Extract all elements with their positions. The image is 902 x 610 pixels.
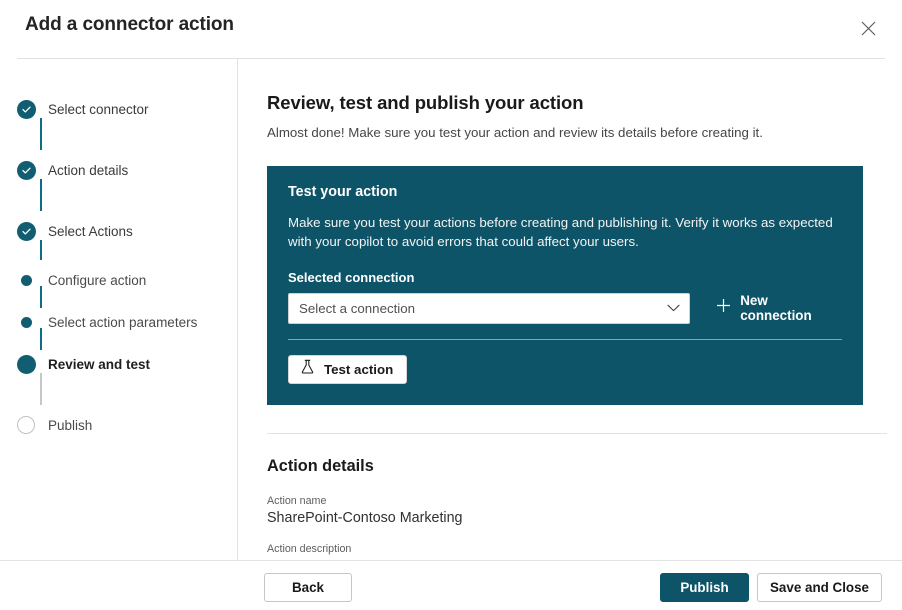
step-empty-icon [17, 416, 35, 434]
new-connection-button[interactable]: New connection [716, 293, 842, 323]
close-icon [861, 21, 876, 36]
step-review-and-test[interactable]: Review and test [0, 350, 237, 378]
dialog-footer: Back Publish Save and Close [0, 560, 902, 610]
back-button[interactable]: Back [264, 573, 352, 602]
step-marker [15, 350, 37, 378]
step-connector [40, 286, 42, 308]
dialog-header: Add a connector action [0, 0, 902, 58]
step-dot-icon [21, 275, 32, 286]
step-connector [40, 373, 42, 405]
step-publish[interactable]: Publish [0, 411, 237, 439]
section-subheading: Almost done! Make sure you test your act… [267, 125, 864, 140]
publish-button[interactable]: Publish [660, 573, 749, 602]
step-marker [15, 95, 37, 123]
detail-label: Action name [267, 495, 864, 507]
check-icon [17, 222, 36, 241]
detail-action-name: Action name SharePoint-Contoso Marketing [267, 495, 864, 526]
step-marker [15, 411, 37, 439]
step-marker [15, 217, 37, 245]
step-marker [15, 156, 37, 184]
step-label: Select Actions [48, 224, 133, 239]
step-marker [15, 266, 37, 294]
step-dot-icon [21, 317, 32, 328]
action-details-heading: Action details [267, 457, 864, 476]
card-divider [288, 339, 842, 340]
check-icon [17, 100, 36, 119]
connection-dropdown[interactable]: Select a connection [288, 293, 690, 324]
step-label: Select connector [48, 102, 149, 117]
step-connector [40, 328, 42, 350]
connection-dropdown-value: Select a connection [299, 301, 415, 316]
page-title: Add a connector action [25, 14, 234, 36]
step-marker [15, 308, 37, 336]
step-configure-action[interactable]: Configure action [0, 266, 237, 294]
card-title: Test your action [288, 184, 842, 200]
step-current-icon [17, 355, 36, 374]
new-connection-label: New connection [740, 293, 842, 323]
close-button[interactable] [852, 12, 884, 44]
step-label: Publish [48, 418, 92, 433]
step-label: Select action parameters [48, 315, 197, 330]
selected-connection-label: Selected connection [288, 270, 842, 285]
chevron-down-icon [667, 299, 680, 317]
step-label: Configure action [48, 273, 146, 288]
detail-label: Action description [267, 543, 864, 555]
flask-icon [300, 359, 315, 380]
plus-icon [716, 298, 731, 318]
step-label: Review and test [48, 357, 150, 372]
test-action-button[interactable]: Test action [288, 355, 407, 384]
step-action-details[interactable]: Action details [0, 156, 237, 184]
connection-row: Select a connection [288, 293, 842, 324]
step-select-actions[interactable]: Select Actions [0, 217, 237, 245]
card-description: Make sure you test your actions before c… [288, 213, 842, 252]
step-select-connector[interactable]: Select connector [0, 95, 237, 123]
stepper-sidebar: Select connector Action details [0, 59, 237, 560]
step-select-action-parameters[interactable]: Select action parameters [0, 308, 237, 336]
test-action-label: Test action [324, 362, 393, 377]
detail-value: SharePoint-Contoso Marketing [267, 510, 864, 526]
check-icon [17, 161, 36, 180]
test-your-action-card: Test your action Make sure you test your… [267, 166, 863, 405]
main-content: Review, test and publish your action Alm… [238, 59, 902, 560]
save-and-close-button[interactable]: Save and Close [757, 573, 882, 602]
step-connector [40, 179, 42, 211]
step-connector [40, 118, 42, 150]
detail-action-description: Action description [267, 543, 864, 555]
section-divider [267, 433, 887, 434]
section-heading: Review, test and publish your action [267, 92, 864, 114]
dialog-body: Select connector Action details [0, 59, 902, 560]
step-label: Action details [48, 163, 128, 178]
step-connector [40, 240, 42, 260]
